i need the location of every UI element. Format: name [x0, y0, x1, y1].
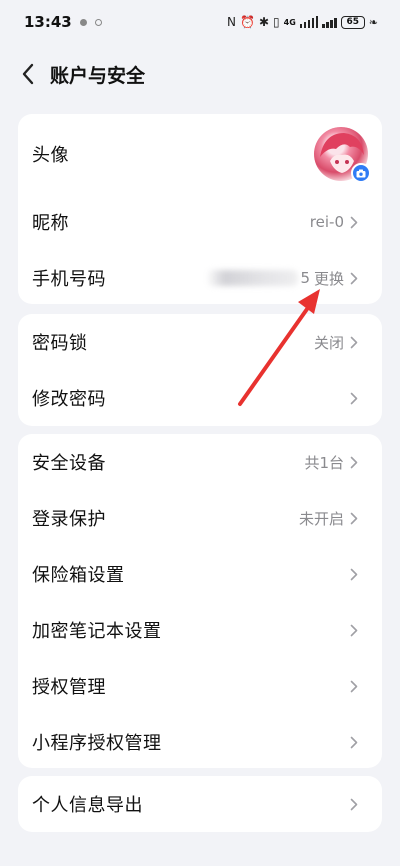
status-left: 13:43: [24, 13, 102, 31]
battery-icon: 65: [340, 15, 365, 29]
chevron-right-icon: [350, 455, 362, 469]
chevron-right-icon: [350, 797, 362, 811]
nav-bar: 账户与安全: [0, 50, 400, 98]
phone-change-label: 更换: [313, 269, 344, 288]
phone-number-tail: 5: [300, 269, 310, 287]
mini-program-auth-row[interactable]: 小程序授权管理: [18, 714, 382, 768]
password-lock-value: 关闭: [313, 333, 344, 352]
chevron-right-icon: [350, 335, 362, 349]
notification-dot-icon: [79, 18, 87, 26]
nfc-icon: N: [227, 15, 237, 29]
nickname-label: 昵称: [32, 213, 69, 234]
security-devices-row[interactable]: 安全设备 共1台: [18, 434, 382, 490]
network-type: 4G: [283, 17, 296, 27]
profile-card: 头像 昵称 rei-0 手机号码 5 更换: [18, 114, 382, 304]
leaf-icon: ❧: [368, 15, 378, 29]
bluetooth-icon: ✱: [258, 15, 270, 29]
chevron-right-icon: [350, 567, 362, 581]
chevron-right-icon: [350, 271, 362, 285]
avatar-label: 头像: [32, 145, 69, 166]
status-time: 13:43: [24, 13, 72, 31]
chevron-right-icon: [350, 735, 362, 749]
chevron-right-icon: [350, 391, 362, 405]
signal-2-icon: [322, 16, 337, 28]
security-card: 安全设备 共1台 登录保护 未开启 保险箱设置 加密笔记本设置 授权管理 小程序…: [18, 434, 382, 768]
status-bar: 13:43 N ⏰ ✱ ▯ 4G 65 ❧: [0, 0, 400, 44]
change-password-label: 修改密码: [32, 389, 106, 410]
password-lock-label: 密码锁: [32, 333, 88, 354]
notification-ring-icon: [94, 18, 102, 26]
chevron-right-icon: [350, 623, 362, 637]
encrypted-notes-label: 加密笔记本设置: [32, 621, 162, 642]
security-devices-value: 共1台: [304, 453, 344, 472]
avatar-row[interactable]: 头像: [18, 114, 382, 194]
camera-icon[interactable]: [351, 163, 371, 183]
encrypted-notes-row[interactable]: 加密笔记本设置: [18, 602, 382, 658]
avatar-container[interactable]: [314, 127, 371, 183]
chevron-right-icon: [350, 511, 362, 525]
personal-info-export-row[interactable]: 个人信息导出: [18, 776, 382, 832]
security-devices-label: 安全设备: [32, 453, 106, 474]
phone-number-redacted: [206, 270, 299, 286]
export-card: 个人信息导出: [18, 776, 382, 832]
status-right: N ⏰ ✱ ▯ 4G 65 ❧: [227, 15, 378, 29]
login-protection-row[interactable]: 登录保护 未开启: [18, 490, 382, 546]
nickname-row[interactable]: 昵称 rei-0: [18, 194, 382, 250]
phone-row[interactable]: 手机号码 5 更换: [18, 250, 382, 304]
change-password-row[interactable]: 修改密码: [18, 370, 382, 426]
back-icon[interactable]: [6, 52, 50, 96]
password-card: 密码锁 关闭 修改密码: [18, 314, 382, 426]
nickname-value: rei-0: [309, 213, 344, 231]
alarm-icon: ⏰: [240, 15, 255, 29]
authorization-manage-row[interactable]: 授权管理: [18, 658, 382, 714]
authorization-manage-label: 授权管理: [32, 677, 106, 698]
safe-box-row[interactable]: 保险箱设置: [18, 546, 382, 602]
chevron-right-icon: [350, 679, 362, 693]
safe-box-label: 保险箱设置: [32, 565, 125, 586]
phone-label: 手机号码: [32, 269, 106, 290]
password-lock-row[interactable]: 密码锁 关闭: [18, 314, 382, 370]
vibrate-icon: ▯: [273, 15, 280, 29]
login-protection-label: 登录保护: [32, 509, 106, 530]
signal-icon: [299, 16, 319, 28]
login-protection-value: 未开启: [298, 509, 344, 528]
page-title: 账户与安全: [50, 64, 146, 87]
mini-program-auth-label: 小程序授权管理: [32, 733, 162, 754]
personal-info-export-label: 个人信息导出: [32, 795, 143, 816]
chevron-right-icon: [350, 215, 362, 229]
